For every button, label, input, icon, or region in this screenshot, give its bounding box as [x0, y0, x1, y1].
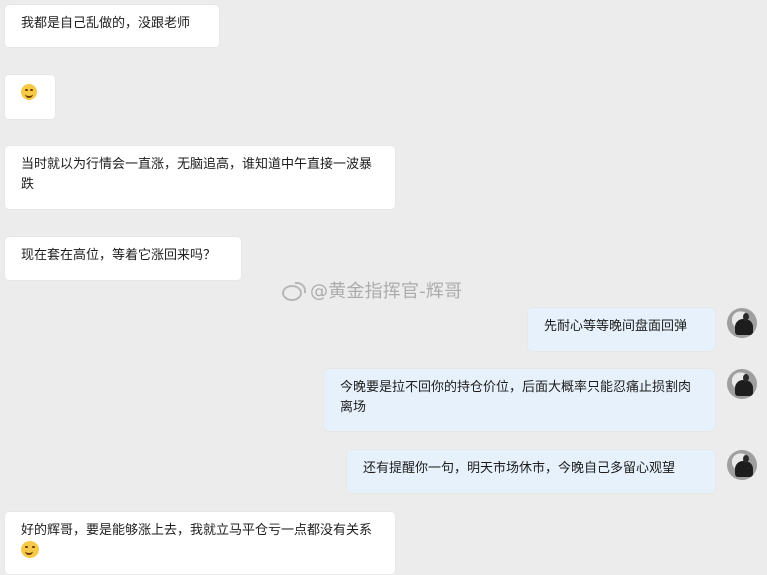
message-text: 现在套在高位，等着它涨回来吗？	[21, 248, 217, 263]
message-bubble-incoming[interactable]: 当时就以为行情会一直涨，无脑追高，谁知道中午直接一波暴跌	[5, 146, 395, 209]
shocked-face-icon	[21, 541, 39, 558]
user-avatar[interactable]	[727, 369, 757, 399]
weibo-icon	[282, 282, 306, 301]
message-bubble-incoming[interactable]	[5, 75, 55, 119]
message-bubble-incoming[interactable]: 我都是自己乱做的，没跟老师	[5, 5, 219, 47]
message-text: 先耐心等等晚间盘面回弹	[544, 319, 688, 334]
chat-conversation: 我都是自己乱做的，没跟老师 当时就以为行情会一直涨，无脑追高，谁知道中午直接一波…	[0, 0, 767, 575]
message-bubble-outgoing[interactable]: 还有提醒你一句，明天市场休市，今晚自己多留心观望	[347, 450, 715, 493]
message-bubble-outgoing[interactable]: 今晚要是拉不回你的持仓价位，后面大概率只能忍痛止损割肉离场	[324, 369, 715, 431]
message-bubble-outgoing[interactable]: 先耐心等等晚间盘面回弹	[528, 308, 715, 351]
message-bubble-incoming[interactable]: 现在套在高位，等着它涨回来吗？	[5, 237, 241, 280]
message-text: 我都是自己乱做的，没跟老师	[21, 16, 191, 31]
user-avatar[interactable]	[727, 450, 757, 480]
weibo-watermark: @黄金指挥官-辉哥	[282, 277, 462, 303]
message-text: 当时就以为行情会一直涨，无脑追高，谁知道中午直接一波暴跌	[21, 157, 373, 192]
user-avatar[interactable]	[727, 308, 757, 338]
message-bubble-incoming[interactable]: 好的辉哥，要是能够涨上去，我就立马平仓亏一点都没有关系	[5, 512, 395, 574]
laughing-face-icon	[21, 84, 37, 100]
message-text: 好的辉哥，要是能够涨上去，我就立马平仓亏一点都没有关系	[21, 523, 373, 538]
watermark-text: @黄金指挥官-辉哥	[310, 281, 463, 302]
message-text: 今晚要是拉不回你的持仓价位，后面大概率只能忍痛止损割肉离场	[340, 380, 692, 415]
message-text: 还有提醒你一句，明天市场休市，今晚自己多留心观望	[363, 461, 676, 476]
